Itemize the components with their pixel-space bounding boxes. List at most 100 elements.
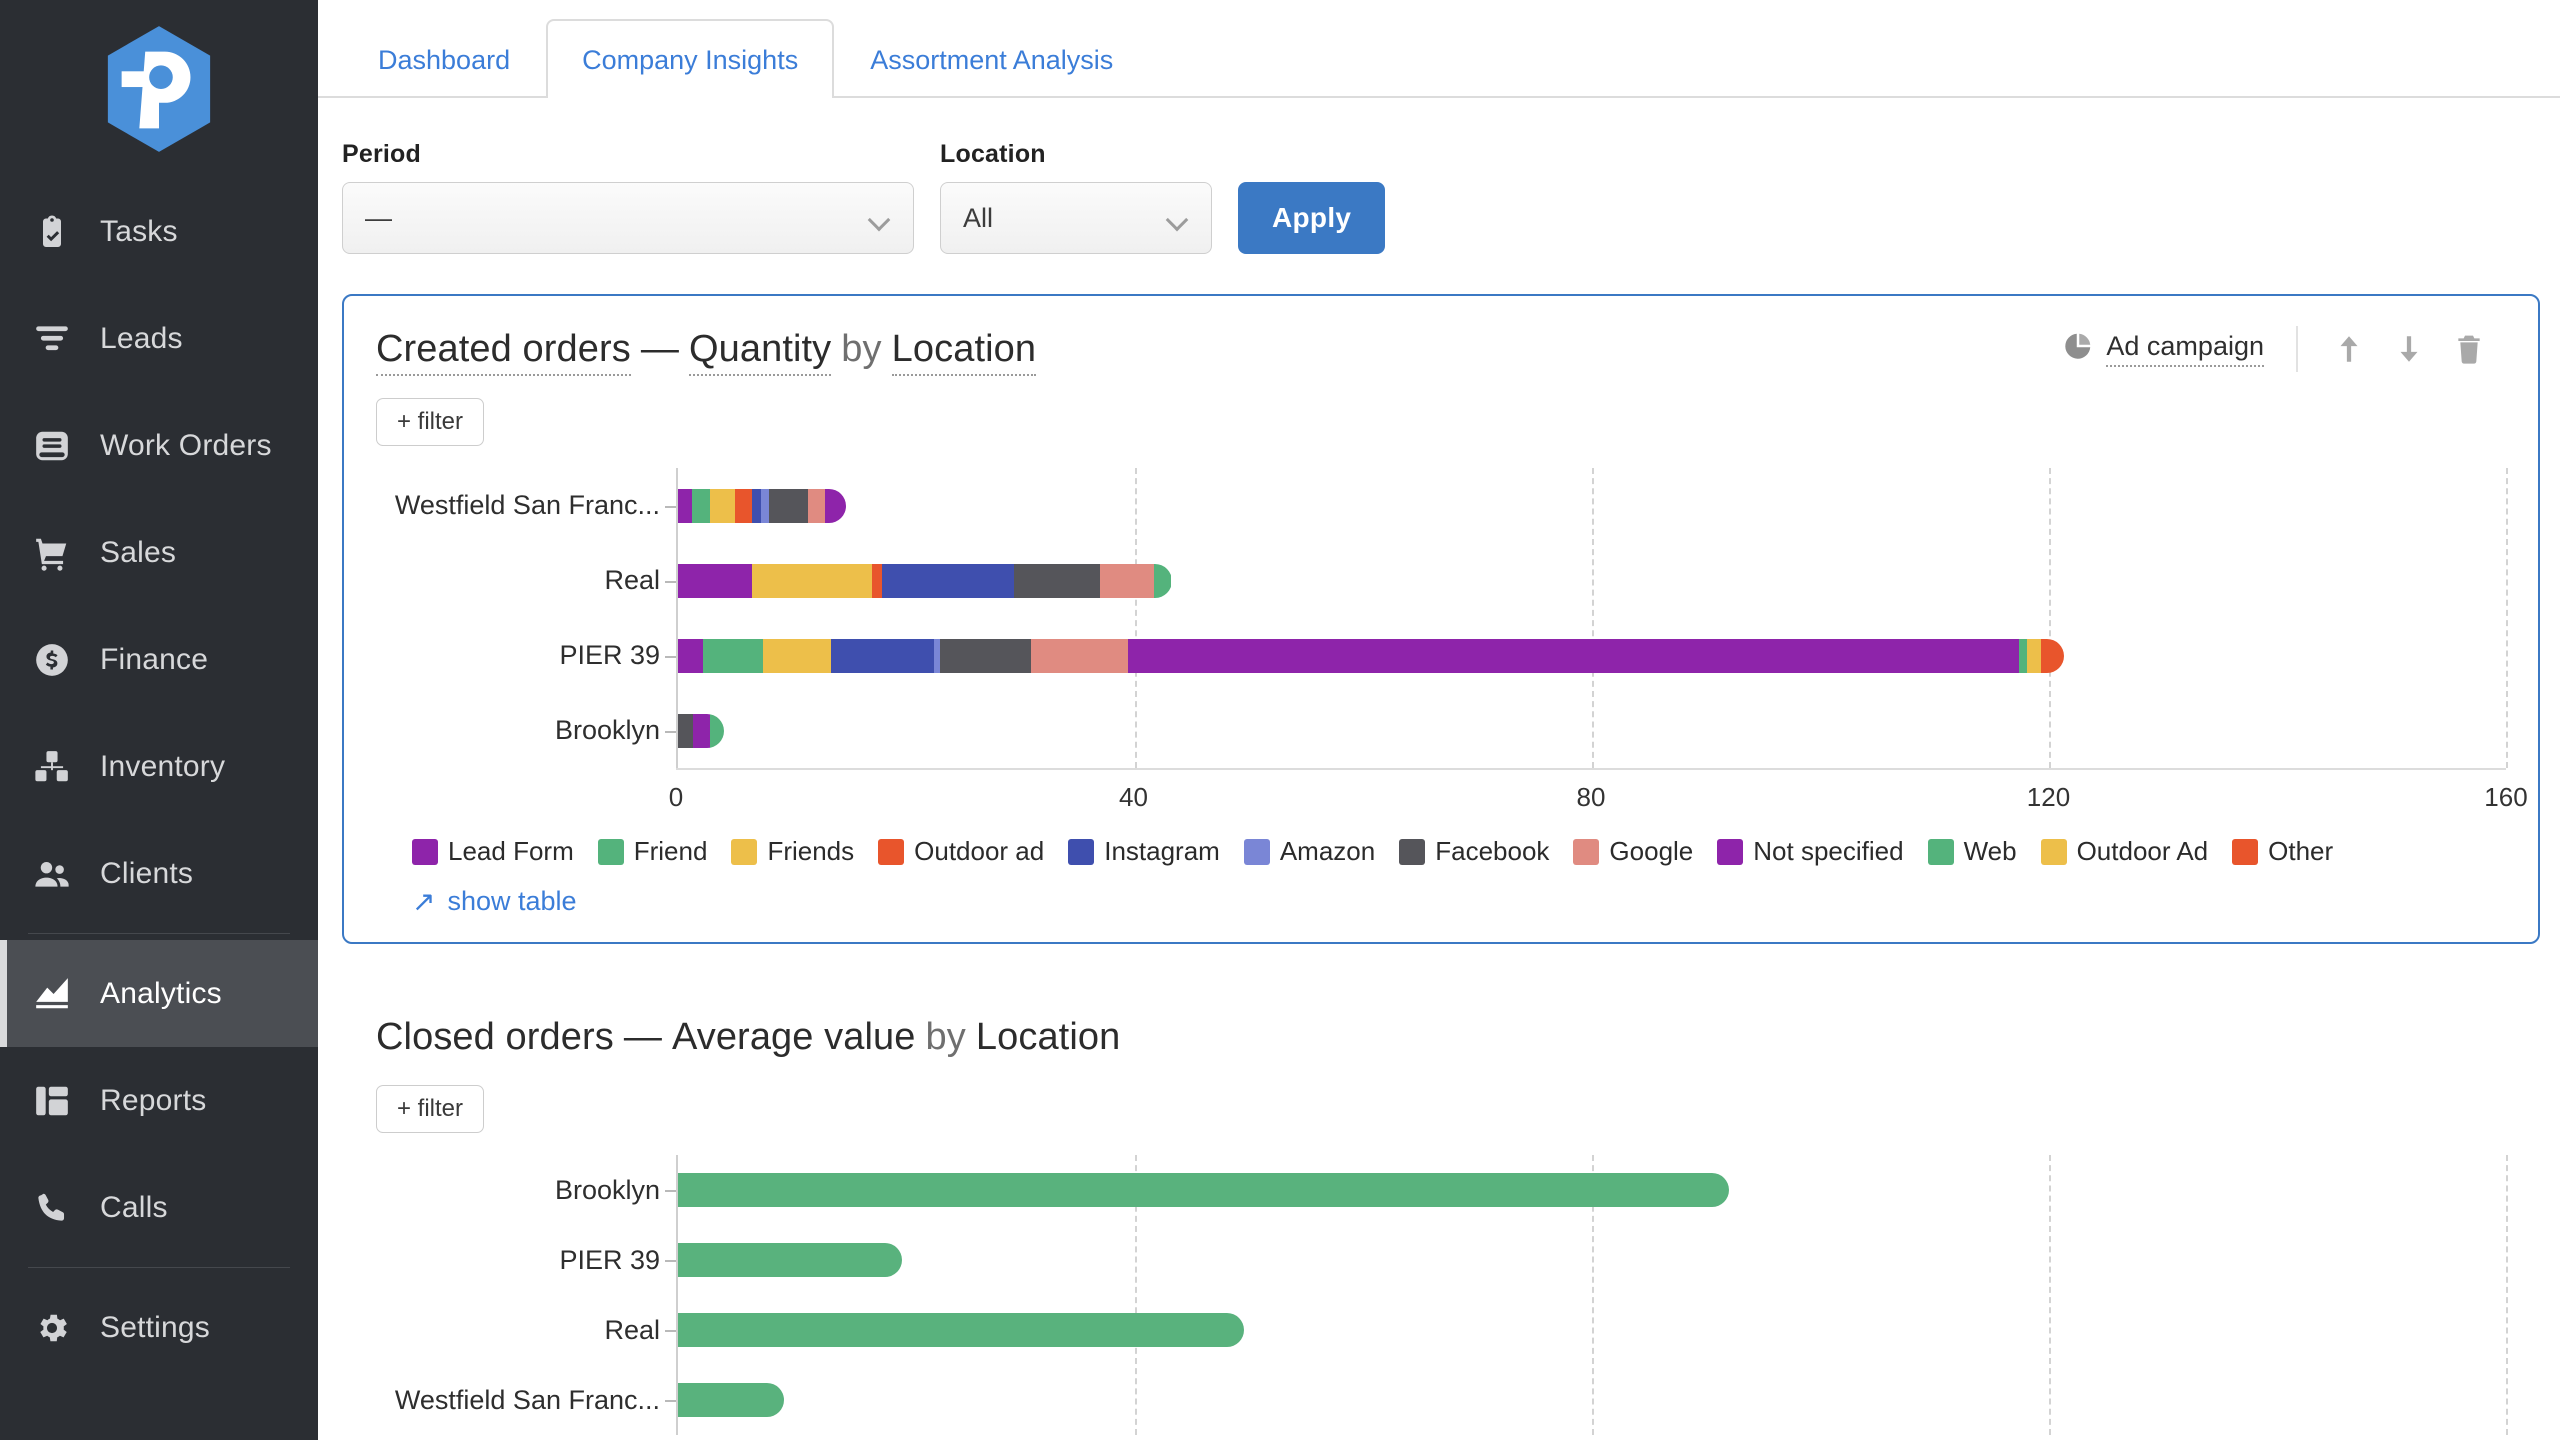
bar-segment[interactable] [825,488,846,523]
title-measure-2[interactable]: Average value [672,1016,916,1058]
bar-segment[interactable] [691,488,710,523]
sidebar-item-label: Clients [100,856,194,890]
phone-icon [26,1185,78,1231]
bar-segment[interactable] [735,488,753,523]
legend-item[interactable]: Other [2232,836,2333,867]
legend-item[interactable]: Web [1927,836,2017,867]
value-bar[interactable] [678,1313,1244,1347]
apply-button[interactable]: Apply [1238,182,1386,254]
sidebar-item-leads[interactable]: Leads [0,285,318,392]
y-axis-labels-1: Westfield San Franc... Real PIER 39 Broo… [376,468,676,768]
stacked-bar[interactable] [678,638,2064,673]
bar-segment[interactable] [872,563,883,598]
legend-item[interactable]: Friends [731,836,854,867]
bar-segment[interactable] [709,488,736,523]
legend-label: Friends [767,836,855,866]
add-filter-button-1[interactable]: + filter [376,398,485,446]
bar-segment[interactable] [808,488,826,523]
brand-logo[interactable] [0,0,318,178]
title-dimension[interactable]: Location [891,327,1037,376]
title-metric[interactable]: Created orders [376,327,631,376]
bar-segment[interactable] [678,638,704,673]
sidebar-item-settings[interactable]: Settings [0,1274,318,1381]
bar-segment[interactable] [1128,638,2020,673]
legend-item[interactable]: Not specified [1717,836,1904,867]
ad-campaign-link[interactable]: Ad campaign [2063,331,2264,368]
chart-card-created-orders[interactable]: Created orders — Quantity by Location Ad cam… [342,294,2540,944]
bar-segment[interactable] [1013,563,1100,598]
stacked-bar[interactable] [678,563,1172,598]
page-title-2: Closed orders — Average value by Location [376,1016,1120,1059]
title-dimension-2[interactable]: Location [976,1016,1120,1058]
bar-segment[interactable] [761,488,770,523]
action-divider [2296,326,2298,372]
legend-item[interactable]: Outdoor ad [878,836,1044,867]
x-tick-label: 160 [2484,782,2528,812]
value-bar[interactable] [678,1383,785,1417]
legend-item[interactable]: Amazon [1243,836,1375,867]
show-table-link[interactable]: ↗ show table [412,885,2506,918]
title-by-2: by [925,1016,966,1058]
sidebar-item-label: Inventory [100,749,226,783]
tab-company-insights[interactable]: Company Insights [546,19,835,98]
plot-area-1 [676,468,2508,768]
bar-segment[interactable] [939,638,1031,673]
bar-segment[interactable] [762,638,832,673]
legend-label: Not specified [1753,836,1904,866]
legend-label: Instagram [1104,836,1220,866]
bar-segment[interactable] [678,563,753,598]
bar-segment[interactable] [2019,638,2028,673]
delete-icon[interactable] [2446,326,2492,372]
legend-item[interactable]: Google [1573,836,1693,867]
stacked-bar[interactable] [678,488,846,523]
sidebar-item-finance[interactable]: Finance [0,606,318,713]
bar-segment[interactable] [2040,638,2064,673]
value-bar[interactable] [678,1243,902,1277]
title-measure[interactable]: Quantity [688,327,832,376]
bar-segment[interactable] [752,563,873,598]
title-metric-2[interactable]: Closed orders [376,1016,614,1058]
legend-item[interactable]: Instagram [1068,836,1220,867]
sidebar-item-clients[interactable]: Clients [0,820,318,927]
bar-segment[interactable] [1030,638,1129,673]
move-up-icon[interactable] [2326,326,2372,372]
stacked-bar-chart: Westfield San Franc... Real PIER 39 Broo… [376,468,2528,918]
bar-group-2 [678,1155,2506,1435]
bar-segment[interactable] [882,563,1014,598]
bar-segment[interactable] [1154,563,1172,598]
sidebar-item-calls[interactable]: Calls [0,1154,318,1261]
sidebar-item-tasks[interactable]: Tasks [0,178,318,285]
bar-segment[interactable] [831,638,934,673]
bar-segment[interactable] [678,713,693,748]
chart-card-closed-orders[interactable]: Closed orders — Average value by Location + … [342,984,2540,1440]
bar-segment[interactable] [752,488,762,523]
sidebar-item-sales[interactable]: Sales [0,499,318,606]
bar-segment[interactable] [1099,563,1155,598]
legend-label: Friend [633,836,708,866]
location-select[interactable]: All [940,182,1212,254]
move-down-icon[interactable] [2386,326,2432,372]
bar-segment[interactable] [709,713,724,748]
stacked-bar[interactable] [678,713,724,748]
chevron-down-icon [869,212,891,225]
legend-item[interactable]: Facebook [1399,836,1549,867]
sidebar-item-analytics[interactable]: Analytics [0,940,318,1047]
legend-item[interactable]: Friend [597,836,708,867]
period-select[interactable]: — [342,182,914,254]
bar-segment[interactable] [769,488,809,523]
period-value: — [365,202,392,233]
tab-dashboard[interactable]: Dashboard [342,19,546,98]
bar-segment[interactable] [692,713,710,748]
bar-segment[interactable] [678,488,692,523]
bar-segment[interactable] [2027,638,2041,673]
sidebar-item-reports[interactable]: Reports [0,1047,318,1154]
sidebar-item-work-orders[interactable]: Work Orders [0,392,318,499]
bar-segment[interactable] [703,638,763,673]
value-bar[interactable] [678,1173,1730,1207]
legend-item[interactable]: Lead Form [412,836,574,867]
tab-assortment-analysis[interactable]: Assortment Analysis [834,19,1149,98]
sidebar-item-inventory[interactable]: Inventory [0,713,318,820]
location-label: Location [940,140,1046,168]
add-filter-button-2[interactable]: + filter [376,1085,485,1133]
legend-item[interactable]: Outdoor Ad [2040,836,2208,867]
